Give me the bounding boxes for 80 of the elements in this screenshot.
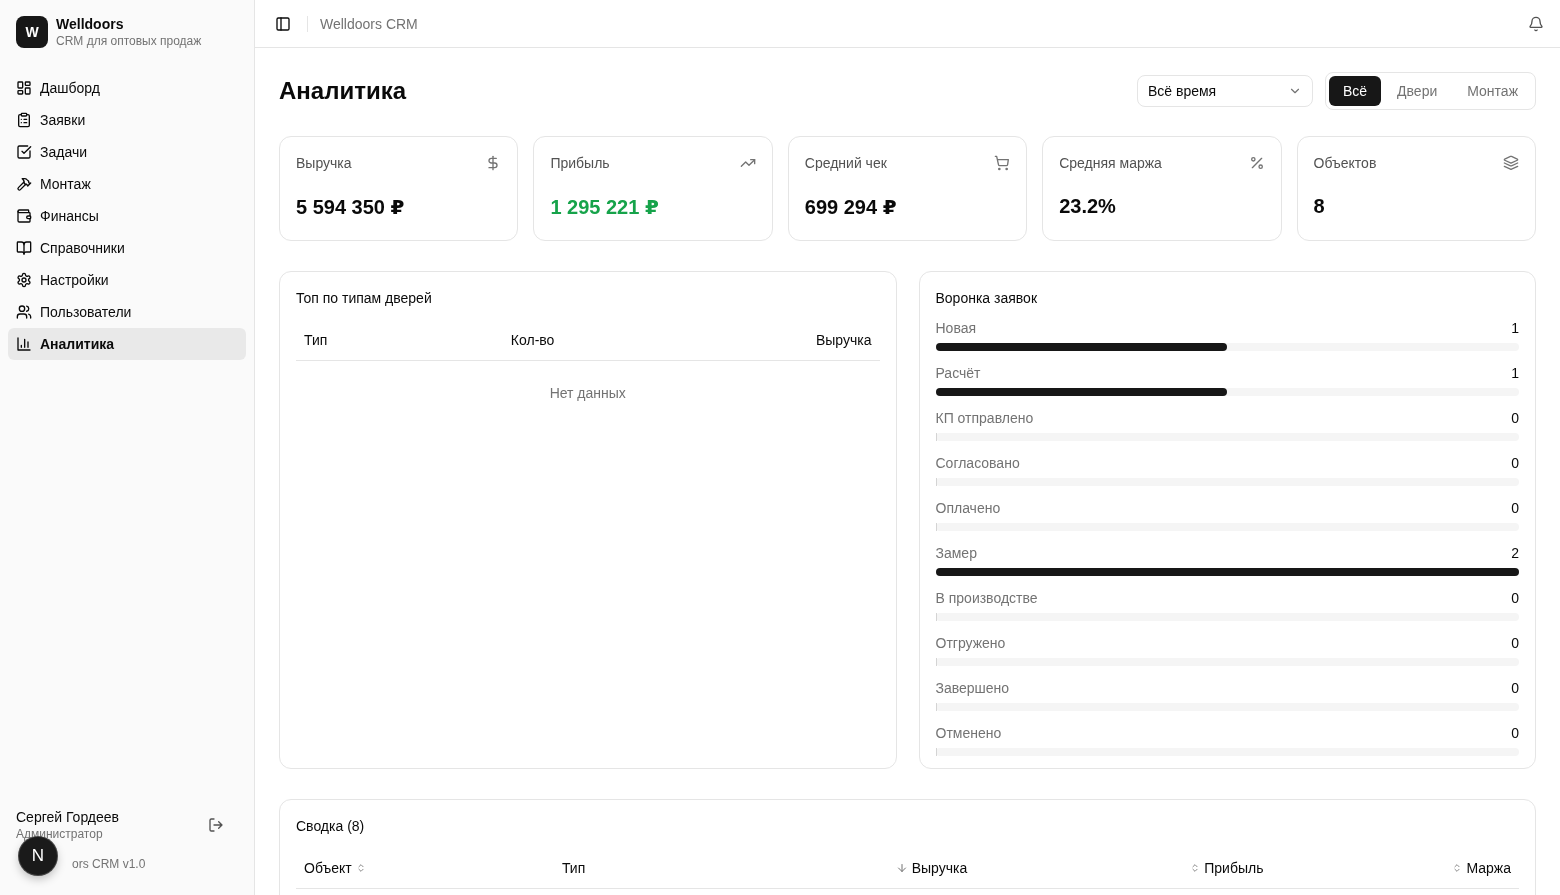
settings-icon	[16, 272, 32, 288]
stage-label: Отгружено	[935, 635, 1006, 651]
arrow-down-icon	[895, 861, 908, 874]
stat-label: Прибыль	[550, 155, 610, 171]
column-header[interactable]: Тип	[561, 860, 586, 876]
bar-chart-icon	[16, 336, 32, 352]
clipboard-icon	[16, 112, 32, 128]
book-icon	[16, 240, 32, 256]
stage-label: Расчёт	[935, 365, 981, 381]
sidebar-item[interactable]: Пользователи	[8, 296, 246, 328]
cart-icon	[994, 155, 1011, 171]
column-header: Кол-во	[510, 332, 555, 348]
sort-icon	[1452, 863, 1463, 873]
period-select[interactable]: Всё время	[1136, 75, 1313, 107]
stage-label: Оплачено	[935, 500, 1001, 516]
stage-label: Отменено	[935, 725, 1002, 741]
grid-icon	[16, 80, 32, 96]
sidebar-item[interactable]: Справочники	[8, 232, 246, 264]
stage-count: 0	[1511, 455, 1519, 471]
sidebar-toggle-icon	[275, 15, 291, 32]
stat-value: 8	[1313, 195, 1326, 218]
stat-value: 5 594 350 ₽	[296, 195, 406, 219]
stage-count: 1	[1511, 320, 1519, 336]
segment-tab[interactable]: Двери	[1383, 76, 1452, 106]
stat-value: 23.2%	[1059, 195, 1117, 218]
stat-value: 1 295 221 ₽	[550, 195, 660, 219]
stage-label: Замер	[935, 545, 977, 561]
stage-count: 2	[1511, 545, 1519, 561]
wallet-icon	[16, 208, 32, 224]
sort-icon	[355, 863, 366, 873]
brand-name: Welldoors	[56, 16, 125, 32]
page-title: Аналитика	[279, 77, 407, 105]
stage-count: 0	[1511, 680, 1519, 696]
brand-subtitle: CRM для оптовых продаж	[56, 34, 202, 48]
stat-label: Объектов	[1313, 155, 1377, 171]
stage-count: 0	[1511, 410, 1519, 426]
stage-label: В производстве	[935, 590, 1038, 606]
stat-value: 699 294 ₽	[804, 195, 898, 219]
sidebar-item[interactable]: Настройки	[8, 264, 246, 296]
sidebar-item[interactable]: Заявки	[8, 104, 246, 136]
column-header[interactable]: Прибыль	[1190, 860, 1264, 876]
stage-count: 1	[1511, 365, 1519, 381]
breadcrumb[interactable]: Welldoors CRM	[320, 15, 418, 32]
stage-label: Новая	[935, 320, 977, 336]
stage-count: 0	[1511, 635, 1519, 651]
stat-label: Средняя маржа	[1059, 155, 1162, 171]
sidebar-item[interactable]: Финансы	[8, 200, 246, 232]
card-title: Топ по типам дверей	[296, 290, 433, 306]
empty-message: Нет данных	[549, 385, 626, 401]
logo: W	[16, 16, 48, 48]
sort-icon	[1190, 863, 1201, 873]
stage-count: 0	[1511, 590, 1519, 606]
percent-icon	[1248, 155, 1265, 171]
segment-tab[interactable]: Всё	[1328, 76, 1382, 106]
version-label: ors CRM v1.0	[72, 857, 146, 871]
bell-icon	[1528, 15, 1544, 32]
layers-icon	[1503, 155, 1519, 171]
user-name: Сергей Гордеев	[16, 809, 120, 825]
stage-label: КП отправлено	[935, 410, 1034, 426]
sidebar-item[interactable]: Аналитика	[8, 328, 246, 360]
card-title: Воронка заявок	[935, 290, 1038, 306]
stage-label: Согласовано	[935, 455, 1020, 471]
stat-label: Выручка	[296, 155, 352, 171]
column-header[interactable]: Выручка	[895, 859, 968, 876]
stage-count: 0	[1511, 725, 1519, 741]
stage-label: Завершено	[935, 680, 1010, 696]
column-header[interactable]: Объект	[304, 860, 366, 876]
users-icon	[16, 304, 32, 320]
card-title: Сводка (8)	[296, 818, 366, 834]
stage-count: 0	[1511, 500, 1519, 516]
segment-tab[interactable]: Монтаж	[1453, 76, 1532, 106]
sidebar-item[interactable]: Задачи	[8, 136, 246, 168]
column-header: Выручка	[815, 332, 872, 348]
sidebar-item[interactable]: Дашборд	[8, 72, 246, 104]
sidebar-item[interactable]: Монтаж	[8, 168, 246, 200]
hammer-icon	[16, 176, 32, 192]
stat-label: Средний чек	[804, 155, 887, 171]
checkbox-icon	[16, 144, 32, 160]
column-header: Тип	[304, 332, 328, 348]
column-header[interactable]: Маржа	[1452, 860, 1511, 876]
